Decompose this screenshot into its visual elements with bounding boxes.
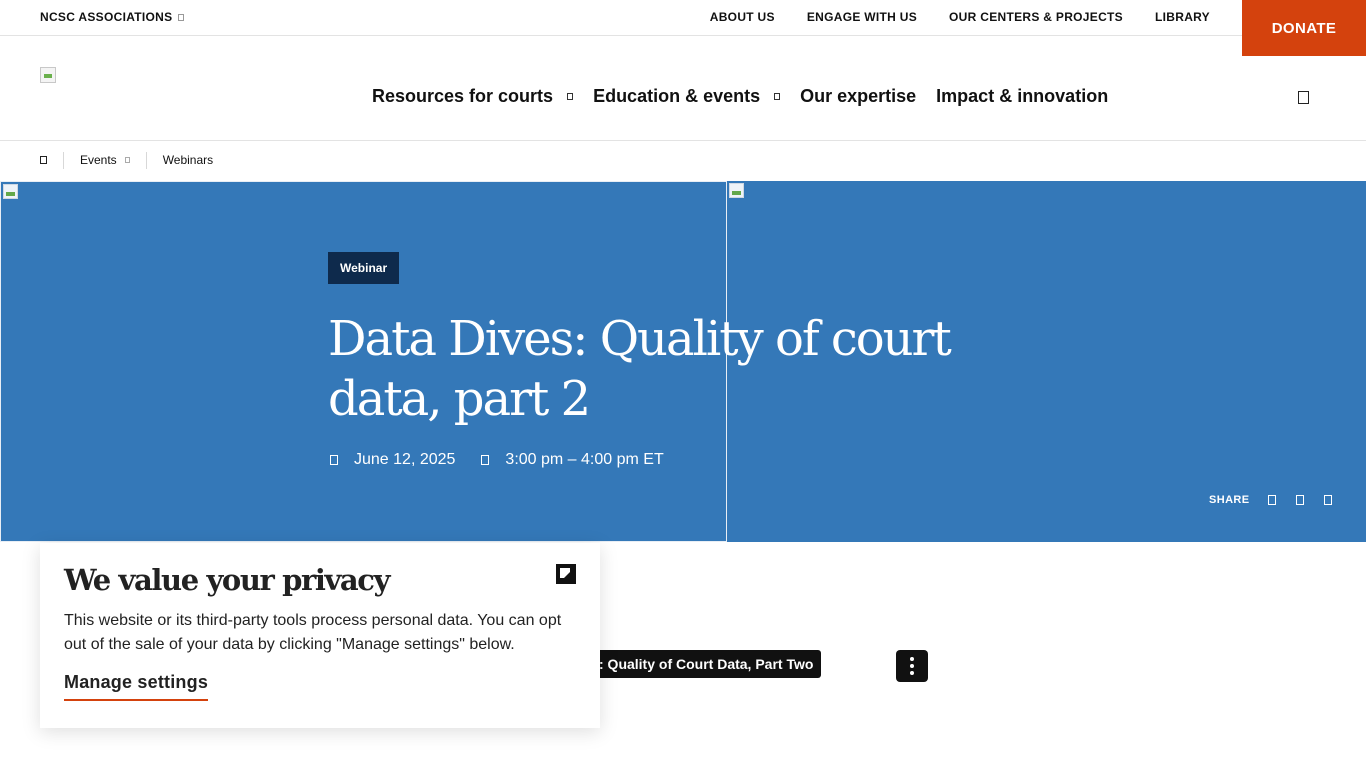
close-icon[interactable]	[556, 564, 576, 584]
share-bar: SHARE	[1209, 494, 1352, 506]
breadcrumb-divider	[63, 151, 64, 169]
utility-link-centers[interactable]: OUR CENTERS & PROJECTS	[949, 10, 1123, 24]
search-icon[interactable]	[1298, 91, 1309, 104]
breadcrumb-events[interactable]: Events	[80, 153, 117, 167]
utility-nav: ABOUT US ENGAGE WITH US OUR CENTERS & PR…	[710, 10, 1210, 24]
chevron-down-icon	[124, 157, 130, 163]
associations-label[interactable]: NCSC ASSOCIATIONS	[40, 10, 172, 24]
share-label: SHARE	[1209, 494, 1250, 506]
event-type-badge: Webinar	[328, 252, 400, 284]
breadcrumb-divider	[145, 151, 147, 169]
nav-item-label[interactable]: Impact & innovation	[936, 86, 1108, 107]
event-time: 3:00 pm – 4:00 pm ET	[505, 451, 664, 468]
twitter-icon[interactable]	[1295, 495, 1304, 505]
home-icon[interactable]	[40, 156, 47, 164]
utility-bar: NCSC ASSOCIATIONS ABOUT US ENGAGE WITH U…	[0, 0, 1366, 36]
utility-link-library[interactable]: LIBRARY	[1155, 10, 1210, 24]
associations-menu[interactable]: NCSC ASSOCIATIONS	[40, 10, 185, 24]
nav-item-label[interactable]: Our expertise	[800, 86, 916, 107]
nav-item-resources[interactable]: Resources for courts	[372, 86, 574, 107]
clock-icon	[481, 455, 490, 465]
event-date: June 12, 2025	[354, 451, 456, 468]
utility-link-engage[interactable]: ENGAGE WITH US	[807, 10, 917, 24]
main-nav: Resources for courts Education & events …	[372, 86, 1128, 107]
broken-image-icon	[3, 184, 18, 199]
facebook-icon[interactable]	[1267, 495, 1276, 505]
nav-item-expertise[interactable]: Our expertise	[800, 86, 916, 107]
nav-item-education[interactable]: Education & events	[593, 86, 781, 107]
utility-link-about[interactable]: ABOUT US	[710, 10, 775, 24]
manage-settings-link[interactable]: Manage settings	[64, 672, 209, 701]
chevron-down-icon[interactable]	[567, 93, 574, 100]
calendar-icon	[330, 455, 338, 465]
broken-image-icon	[729, 183, 744, 198]
breadcrumb-webinars[interactable]: Webinars	[163, 153, 213, 167]
video-title[interactable]: : Quality of Court Data, Part Two	[595, 650, 822, 678]
main-header: Resources for courts Education & events …	[0, 36, 1366, 141]
privacy-banner: We value your privacy This website or it…	[40, 543, 600, 728]
nav-item-label[interactable]: Resources for courts	[372, 86, 553, 107]
privacy-text: This website or its third-party tools pr…	[64, 612, 562, 653]
nav-item-label[interactable]: Education & events	[593, 86, 760, 107]
chevron-down-icon[interactable]	[774, 93, 781, 100]
event-hero: Webinar Data Dives: Quality of court dat…	[0, 181, 1366, 542]
privacy-title: We value your privacy	[64, 563, 390, 597]
page-title: Data Dives: Quality of court data, part …	[328, 311, 952, 427]
event-meta: June 12, 2025 3:00 pm – 4:00 pm ET	[330, 451, 664, 469]
nav-item-impact[interactable]: Impact & innovation	[936, 86, 1108, 107]
ncsc-logo[interactable]	[40, 67, 56, 83]
breadcrumb: Events Webinars	[40, 150, 213, 170]
chevron-down-icon	[178, 13, 185, 21]
linkedin-icon[interactable]	[1323, 495, 1332, 505]
more-options-icon[interactable]	[896, 650, 928, 682]
